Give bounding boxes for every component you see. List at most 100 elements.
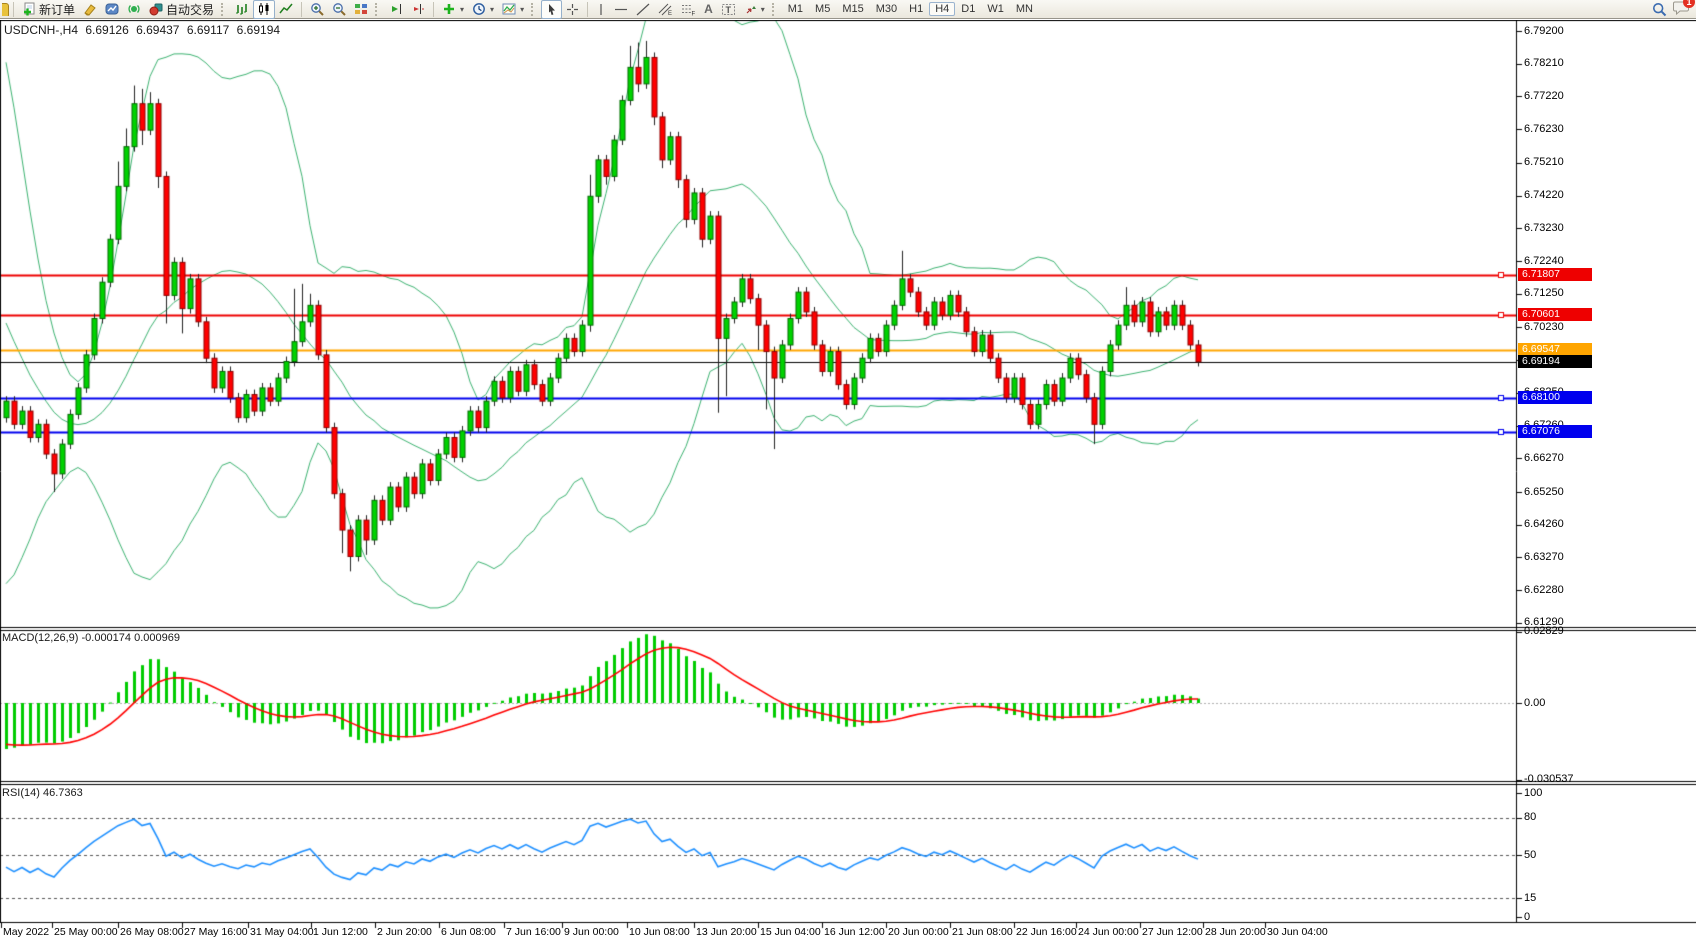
chart-shift-icon [411, 2, 425, 16]
time-axis-label: 13 Jun 20:00 [696, 926, 757, 938]
new-order-icon [22, 2, 36, 16]
arrows-icon [744, 3, 757, 16]
autotrading-button[interactable]: 自动交易 [145, 0, 218, 19]
price-scale-tick: 6.76230 [1524, 123, 1564, 135]
chevron-down-icon: ▾ [520, 5, 524, 14]
symbol-period-label: USDCNH-,H4 [4, 23, 78, 37]
timeframe-button-m15[interactable]: M15 [836, 2, 869, 16]
templates-button[interactable]: ▾ [498, 0, 528, 19]
crayon-icon [83, 2, 97, 16]
time-axis-label: 28 Jun 20:00 [1205, 926, 1266, 938]
fibonacci-tool[interactable]: F [677, 0, 700, 19]
tile-windows-button[interactable] [350, 0, 372, 19]
zoom-out-button[interactable] [328, 0, 350, 19]
new-order-button[interactable]: 新订单 [18, 0, 79, 19]
toolbar-separator [13, 2, 14, 17]
price-line-label: 6.69194 [1518, 355, 1592, 368]
timeframe-button-m1[interactable]: M1 [782, 2, 809, 16]
svg-text:E: E [668, 11, 672, 16]
alerts-button[interactable] [123, 0, 145, 19]
time-axis-label: 10 Jun 08:00 [629, 926, 690, 938]
timeframe-button-h4[interactable]: H4 [929, 2, 955, 16]
time-axis-label: 27 Jun 12:00 [1142, 926, 1203, 938]
timeframe-button-w1[interactable]: W1 [981, 2, 1010, 16]
vertical-line-icon [596, 3, 606, 16]
svg-text:T: T [725, 5, 731, 15]
chart-area: USDCNH-,H4 6.69126 6.69437 6.69117 6.691… [0, 20, 1696, 943]
price-chart-canvas[interactable] [0, 20, 1696, 943]
timeframe-button-m30[interactable]: M30 [870, 2, 903, 16]
timeframe-button-m5[interactable]: M5 [809, 2, 836, 16]
price-line-label: 6.67076 [1518, 425, 1592, 438]
add-indicator-icon [442, 2, 456, 16]
arrows-tool[interactable]: ▾ [740, 0, 769, 19]
autotrading-icon [149, 2, 163, 16]
time-axis-label: 21 Jun 08:00 [952, 926, 1013, 938]
line-chart-button[interactable] [275, 0, 297, 19]
indicators-button[interactable]: ▾ [438, 0, 468, 19]
search-icon[interactable] [1652, 2, 1667, 17]
text-label-tool[interactable]: T [717, 0, 740, 19]
zoom-out-icon [332, 2, 346, 16]
history-center-button[interactable] [101, 0, 123, 19]
time-axis-label: 26 May 08:00 [120, 926, 184, 938]
periods-button[interactable]: ▾ [468, 0, 498, 19]
time-axis-label: 24 Jun 00:00 [1078, 926, 1139, 938]
price-scale-tick: 6.62280 [1524, 584, 1564, 596]
price-scale-tick: 6.74220 [1524, 189, 1564, 201]
time-axis-label: 25 May 00:00 [54, 926, 118, 938]
vertical-line-tool[interactable] [592, 0, 610, 19]
time-axis-label: May 2022 [3, 926, 49, 938]
macd-scale-tick: 0.02829 [1524, 625, 1564, 637]
macd-main-value: -0.000174 [81, 632, 131, 644]
trendline-tool[interactable] [632, 0, 654, 19]
crosshair-button[interactable] [562, 0, 583, 19]
timeframe-button-d1[interactable]: D1 [955, 2, 981, 16]
tile-windows-icon [354, 2, 368, 16]
rsi-value: 46.7363 [43, 787, 83, 799]
styler-button[interactable] [79, 0, 101, 19]
auto-scroll-button[interactable] [385, 0, 407, 19]
timeframe-button-h1[interactable]: H1 [903, 2, 929, 16]
time-axis-label: 7 Jun 16:00 [506, 926, 561, 938]
toolbar-separator [587, 2, 588, 17]
price-scale-tick: 6.79200 [1524, 25, 1564, 37]
toolbar-separator [301, 2, 302, 17]
timeframe-button-mn[interactable]: MN [1010, 2, 1039, 16]
rsi-indicator-label: RSI(14) 46.7363 [2, 787, 83, 799]
toolbar-grip [531, 3, 537, 16]
price-scale-tick: 6.70230 [1524, 321, 1564, 333]
rsi-scale-tick: 100 [1524, 787, 1542, 799]
chevron-down-icon: ▾ [490, 5, 494, 14]
text-tool[interactable]: A [700, 0, 717, 19]
price-scale-tick: 6.75210 [1524, 156, 1564, 168]
cursor-button[interactable] [541, 0, 562, 19]
macd-scale-tick: -0.030537 [1524, 773, 1574, 785]
toolbar-grip [375, 3, 381, 16]
candlestick-chart-button[interactable] [253, 0, 275, 19]
channel-tool[interactable]: E [654, 0, 677, 19]
zoom-in-button[interactable] [306, 0, 328, 19]
time-axis-label: 15 Jun 04:00 [760, 926, 821, 938]
macd-name: MACD(12,26,9) [2, 632, 78, 644]
template-icon [502, 2, 516, 16]
equidistant-channel-icon: E [658, 3, 673, 16]
fibonacci-icon: F [681, 3, 696, 16]
price-scale-tick: 6.73230 [1524, 222, 1564, 234]
horizontal-line-tool[interactable] [610, 0, 632, 19]
notifications-button[interactable]: 1 [1673, 0, 1690, 18]
price-line-label: 6.70601 [1518, 308, 1592, 321]
ohlc-close: 6.69194 [237, 23, 280, 37]
autotrading-label: 自动交易 [166, 1, 214, 18]
time-axis-label: 16 Jun 12:00 [824, 926, 885, 938]
rsi-scale-tick: 50 [1524, 849, 1536, 861]
chart-shift-button[interactable] [407, 0, 429, 19]
price-scale-tick: 6.64260 [1524, 518, 1564, 530]
time-axis-label: 27 May 16:00 [184, 926, 248, 938]
time-axis-label: 1 Jun 12:00 [313, 926, 368, 938]
text-label-icon: T [721, 3, 736, 16]
macd-indicator-label: MACD(12,26,9) -0.000174 0.000969 [2, 632, 180, 644]
clipped-toolbar-icon [2, 3, 9, 16]
chevron-down-icon: ▾ [761, 5, 765, 14]
bar-chart-button[interactable] [231, 0, 253, 19]
